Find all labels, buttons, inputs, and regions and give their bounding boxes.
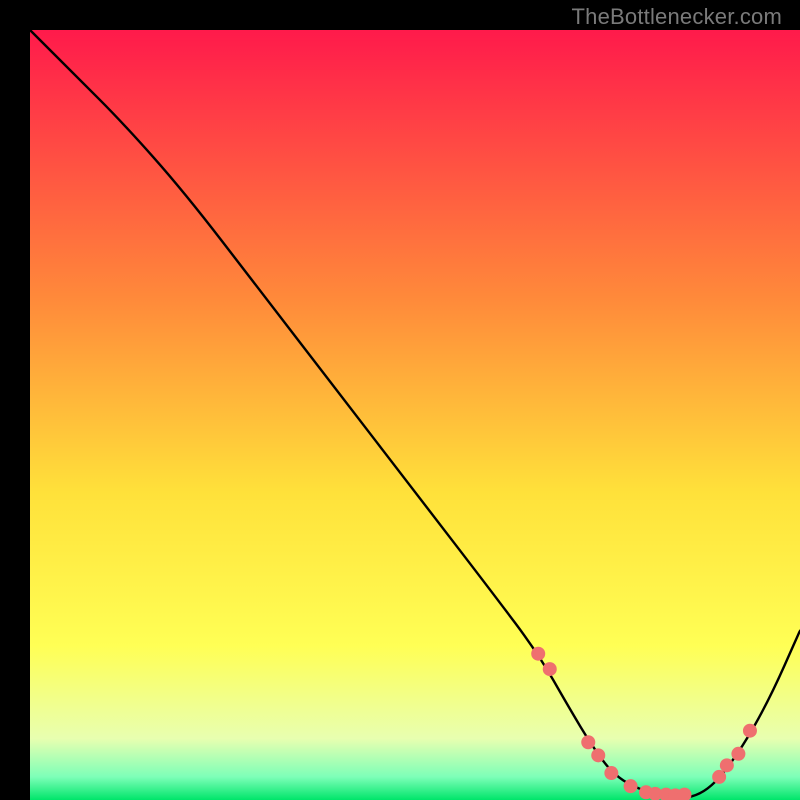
bottleneck-chart bbox=[30, 30, 800, 800]
marker-dot bbox=[543, 662, 557, 676]
marker-dot bbox=[720, 758, 734, 772]
marker-dot bbox=[581, 735, 595, 749]
marker-dot bbox=[591, 748, 605, 762]
marker-dot bbox=[712, 770, 726, 784]
marker-dot bbox=[624, 779, 638, 793]
watermark-text: TheBottlenecker.com bbox=[572, 4, 782, 30]
plot-frame bbox=[15, 15, 785, 785]
marker-dot bbox=[531, 647, 545, 661]
gradient-background bbox=[30, 30, 800, 800]
marker-dot bbox=[731, 747, 745, 761]
marker-dot bbox=[743, 724, 757, 738]
marker-dot bbox=[604, 766, 618, 780]
